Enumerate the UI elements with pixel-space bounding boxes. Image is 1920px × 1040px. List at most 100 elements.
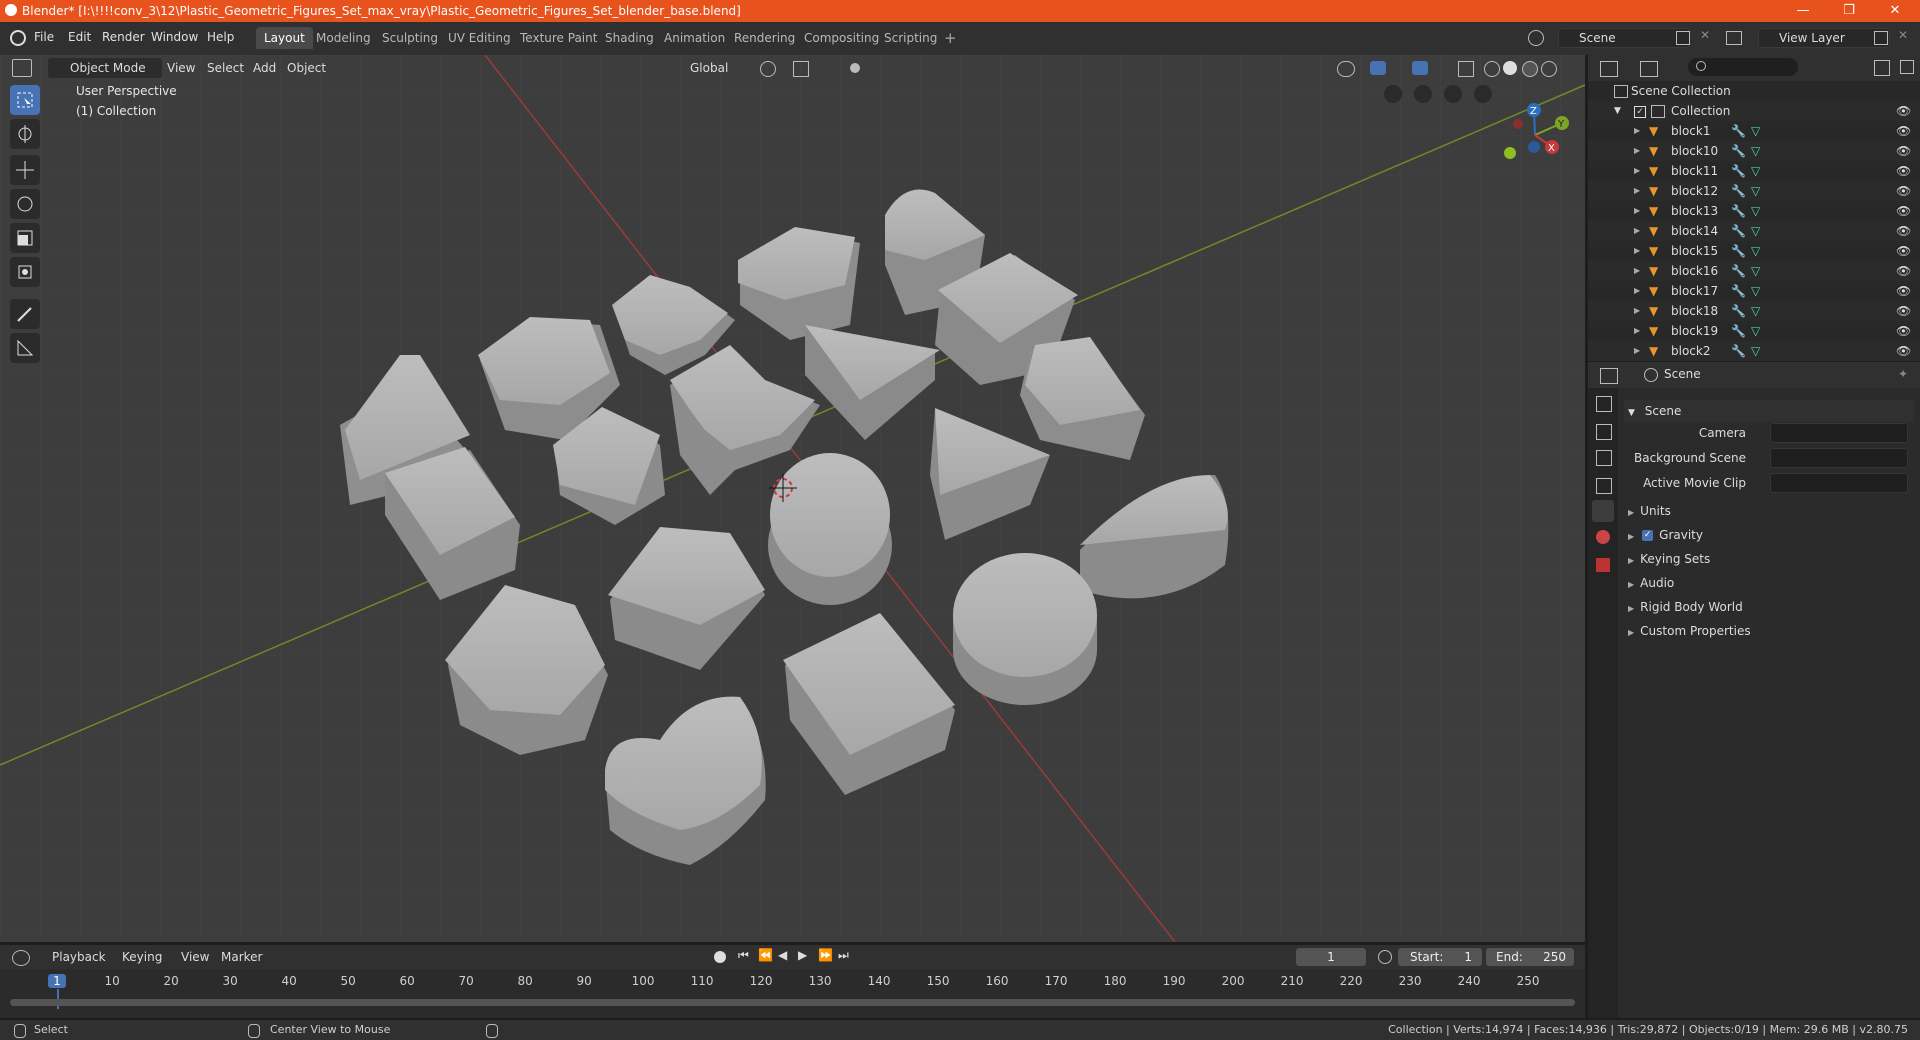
grid-view-icon[interactable] <box>1384 85 1402 103</box>
expand-arrow-icon[interactable]: ▶ <box>1634 301 1640 321</box>
tab-sculpting[interactable]: Sculpting <box>374 27 446 49</box>
camera-view-icon[interactable] <box>1414 85 1432 103</box>
next-keyframe-icon[interactable]: ⏩ <box>818 948 833 962</box>
view-layer-field[interactable]: View Layer <box>1758 28 1890 48</box>
record-icon[interactable] <box>714 951 726 963</box>
modifier-wrench-icon[interactable]: 🔧 <box>1731 141 1746 161</box>
eye-icon[interactable]: 👁 <box>1896 201 1911 221</box>
jump-end-icon[interactable]: ⏭ <box>838 948 849 963</box>
solid-shading-icon[interactable] <box>1503 61 1517 75</box>
eye-icon[interactable]: 👁 <box>1896 241 1911 261</box>
expand-arrow-icon[interactable]: ▶ <box>1634 141 1640 161</box>
properties-panel-header[interactable]: ▶ Audio <box>1624 572 1914 594</box>
mesh-data-icon[interactable]: ▽ <box>1751 141 1760 161</box>
rotate-tool[interactable] <box>10 189 40 219</box>
eye-icon[interactable]: 👁 <box>1896 281 1911 301</box>
outliner-object-row[interactable]: ▶ ▼ block14 🔧 ▽ 👁 <box>1588 221 1920 241</box>
menu-help[interactable]: Help <box>207 30 234 44</box>
properties-panel-header[interactable]: ▶ ✓ Gravity <box>1624 524 1914 546</box>
outliner-object-row[interactable]: ▶ ▼ block19 🔧 ▽ 👁 <box>1588 321 1920 341</box>
3d-viewport[interactable]: Object Mode View Select Add Object Globa… <box>0 55 1585 942</box>
texture-tab-icon[interactable] <box>1596 558 1610 572</box>
menu-file[interactable]: File <box>34 30 54 44</box>
properties-panel-header[interactable]: ▶ Rigid Body World <box>1624 596 1914 618</box>
new-collection-icon[interactable] <box>1900 60 1914 74</box>
select-box-tool[interactable] <box>10 85 40 115</box>
scene-collection-row[interactable]: Scene Collection <box>1588 81 1920 101</box>
modifier-wrench-icon[interactable]: 🔧 <box>1731 281 1746 301</box>
mode-select[interactable]: Object Mode <box>48 58 162 78</box>
eye-icon[interactable]: 👁 <box>1896 181 1911 201</box>
eye-icon[interactable]: 👁 <box>1896 221 1911 241</box>
prev-keyframe-icon[interactable]: ⏪ <box>758 948 773 962</box>
mesh-data-icon[interactable]: ▽ <box>1751 261 1760 281</box>
tab-modeling[interactable]: Modeling <box>308 27 379 49</box>
properties-editor-icon[interactable] <box>1600 368 1618 384</box>
outliner-object-row[interactable]: ▶ ▼ block1 🔧 ▽ 👁 <box>1588 121 1920 141</box>
menu-edit[interactable]: Edit <box>68 30 91 44</box>
expand-arrow-icon[interactable]: ▶ <box>1634 121 1640 141</box>
expand-arrow-icon[interactable]: ▶ <box>1634 241 1640 261</box>
tab-uv-editing[interactable]: UV Editing <box>440 27 519 49</box>
tab-scripting[interactable]: Scripting <box>876 27 945 49</box>
timeline-scrollbar[interactable] <box>10 999 1575 1006</box>
tool-tab-icon[interactable] <box>1596 396 1612 412</box>
output-tab-icon[interactable] <box>1596 450 1612 466</box>
modifier-wrench-icon[interactable]: 🔧 <box>1731 161 1746 181</box>
mesh-data-icon[interactable]: ▽ <box>1751 321 1760 341</box>
scale-tool[interactable] <box>10 223 40 253</box>
background-scene-field[interactable] <box>1770 448 1908 468</box>
outliner-editor-icon[interactable] <box>1600 61 1618 77</box>
outliner-object-row[interactable]: ▶ ▼ block12 🔧 ▽ 👁 <box>1588 181 1920 201</box>
timeline-menu-view[interactable]: View <box>181 947 209 967</box>
collection-checkbox[interactable]: ✓ <box>1634 106 1646 118</box>
expand-arrow-icon[interactable]: ▶ <box>1634 221 1640 241</box>
properties-panel-header[interactable]: ▶ Units <box>1624 500 1914 522</box>
modifier-wrench-icon[interactable]: 🔧 <box>1731 301 1746 321</box>
modifier-wrench-icon[interactable]: 🔧 <box>1731 121 1746 141</box>
transform-orientation-select[interactable]: Global <box>672 58 750 78</box>
visibility-icon[interactable] <box>1337 61 1355 77</box>
modifier-wrench-icon[interactable]: 🔧 <box>1731 321 1746 341</box>
auto-keying-clock-icon[interactable] <box>1378 950 1392 964</box>
eye-icon[interactable]: 👁 <box>1896 341 1911 361</box>
expand-arrow-icon[interactable]: ▶ <box>1634 341 1640 361</box>
eye-icon[interactable]: 👁 <box>1896 121 1911 141</box>
overlay-toggle-icon[interactable] <box>1412 61 1428 75</box>
maximize-button[interactable]: ❐ <box>1826 0 1872 22</box>
play-icon[interactable]: ▶ <box>798 948 807 962</box>
annotate-tool[interactable] <box>10 299 40 329</box>
menu-window[interactable]: Window <box>151 30 198 44</box>
cursor-tool[interactable] <box>10 119 40 149</box>
outliner-object-row[interactable]: ▶ ▼ block18 🔧 ▽ 👁 <box>1588 301 1920 321</box>
timeline-menu-marker[interactable]: Marker <box>221 947 262 967</box>
add-workspace-icon[interactable]: + <box>944 29 957 47</box>
collection-row[interactable]: ▼ ✓ Collection 👁 <box>1588 101 1920 121</box>
scene-field[interactable]: Scene <box>1558 28 1690 48</box>
tab-layout[interactable]: Layout <box>256 27 313 49</box>
tab-compositing[interactable]: Compositing <box>796 27 887 49</box>
mesh-data-icon[interactable]: ▽ <box>1751 281 1760 301</box>
timeline-menu-playback[interactable]: Playback <box>52 947 106 967</box>
view-layer-icon[interactable] <box>1726 31 1742 45</box>
mesh-data-icon[interactable]: ▽ <box>1751 121 1760 141</box>
mesh-data-icon[interactable]: ▽ <box>1751 161 1760 181</box>
remove-scene-icon[interactable]: ✕ <box>1700 28 1710 42</box>
editor-type-icon[interactable] <box>12 59 32 77</box>
camera-field[interactable] <box>1770 423 1908 443</box>
mesh-data-icon[interactable]: ▽ <box>1751 341 1760 361</box>
modifier-wrench-icon[interactable]: 🔧 <box>1731 221 1746 241</box>
mesh-data-icon[interactable]: ▽ <box>1751 201 1760 221</box>
tab-rendering[interactable]: Rendering <box>726 27 803 49</box>
tab-animation[interactable]: Animation <box>656 27 733 49</box>
properties-panel-header[interactable]: ▶ Keying Sets <box>1624 548 1914 570</box>
mesh-data-icon[interactable]: ▽ <box>1751 301 1760 321</box>
close-button[interactable]: ✕ <box>1872 0 1918 22</box>
active-movie-clip-field[interactable] <box>1770 473 1908 493</box>
rendered-shading-icon[interactable] <box>1541 61 1557 77</box>
viewport-menu-add[interactable]: Add <box>253 58 276 78</box>
outliner-object-row[interactable]: ▶ ▼ block2 🔧 ▽ 👁 <box>1588 341 1920 361</box>
filter-icon[interactable] <box>1874 60 1890 76</box>
modifier-wrench-icon[interactable]: 🔧 <box>1731 181 1746 201</box>
modifier-wrench-icon[interactable]: 🔧 <box>1731 201 1746 221</box>
